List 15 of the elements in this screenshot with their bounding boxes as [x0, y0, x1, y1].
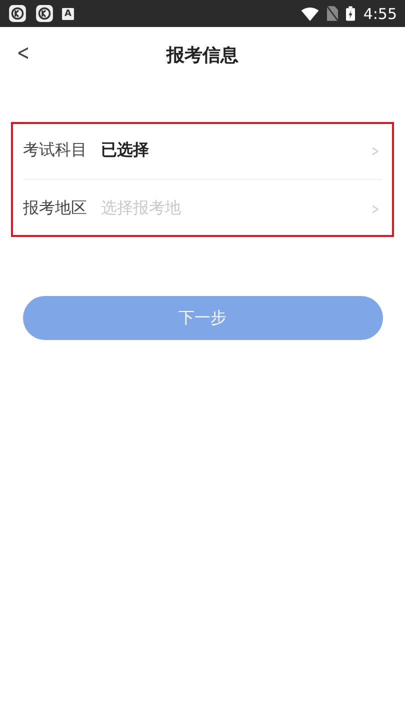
back-button[interactable]: <: [16, 41, 30, 66]
no-sim-icon: [327, 6, 338, 21]
app-icon: [35, 4, 54, 23]
field-label: 报考地区: [23, 198, 88, 219]
battery-charging-icon: [346, 6, 356, 21]
form-row[interactable]: 考试科目 已选择 >: [23, 122, 382, 179]
notification-icon: A: [62, 8, 74, 20]
page-title: 报考信息: [166, 44, 238, 66]
field-label: 考试科目: [23, 140, 88, 161]
chevron-icon: >: [372, 142, 380, 160]
field-value: 已选择: [101, 140, 149, 161]
app-icon: [8, 4, 27, 23]
status-time: 4:55: [363, 4, 397, 22]
wifi-icon: [301, 6, 320, 20]
chevron-icon: >: [372, 200, 380, 218]
